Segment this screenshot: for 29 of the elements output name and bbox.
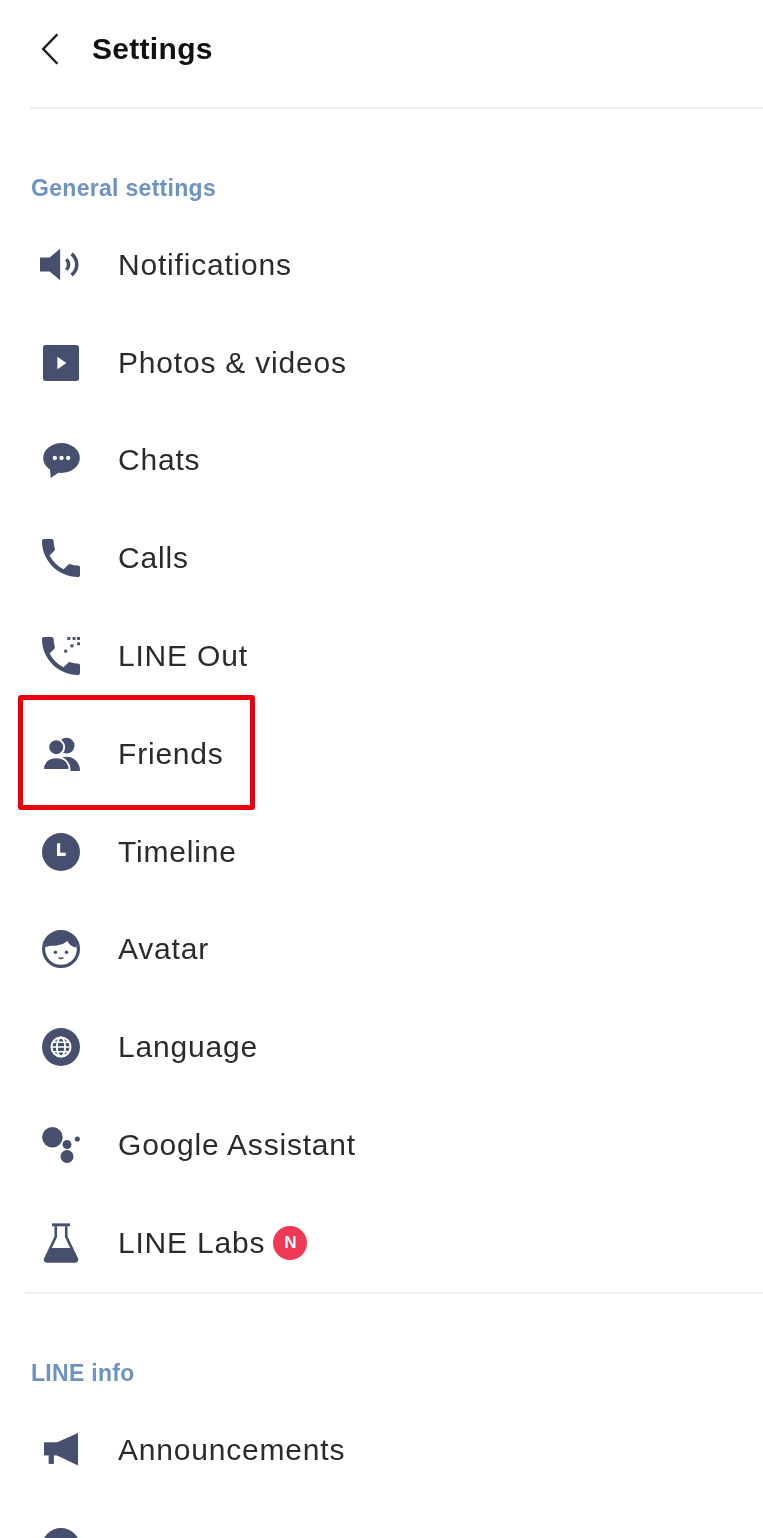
new-badge: N — [273, 1225, 308, 1260]
phone-icon — [42, 539, 80, 578]
menu-item[interactable]: Timeline — [118, 834, 237, 869]
menu-item[interactable]: Google Assistant — [118, 1128, 356, 1163]
menu-item[interactable]: Notifications — [118, 247, 292, 282]
menu-item[interactable]: Announcements — [118, 1432, 346, 1467]
page-title: Settings — [92, 31, 213, 66]
menu-item[interactable]: LINE Labs — [118, 1225, 266, 1260]
clock-icon — [42, 832, 80, 871]
menu-item[interactable]: Chats — [118, 443, 201, 478]
back-icon — [40, 32, 60, 65]
cartoon-face-icon — [42, 930, 80, 969]
section-heading: LINE info — [30, 1358, 135, 1388]
play-icon — [43, 344, 79, 381]
section-heading: General settings — [30, 174, 217, 203]
flask-icon — [43, 1222, 79, 1263]
dots-icon — [42, 1127, 80, 1164]
phone-with-dots-icon — [42, 637, 80, 676]
megaphone-icon — [44, 1432, 78, 1467]
menu-item[interactable]: Calls — [118, 541, 189, 576]
menu-item[interactable]: Language — [118, 1030, 258, 1065]
people-icon — [42, 736, 80, 772]
globe-icon — [42, 1028, 80, 1067]
menu-item[interactable]: Friends — [118, 736, 224, 771]
chat-bubble-icon — [42, 443, 80, 478]
menu-item[interactable]: Photos & videos — [118, 345, 347, 380]
back-button[interactable] — [40, 32, 60, 65]
menu-item[interactable]: Avatar — [118, 932, 209, 967]
menu-item[interactable]: LINE Out — [118, 639, 248, 674]
